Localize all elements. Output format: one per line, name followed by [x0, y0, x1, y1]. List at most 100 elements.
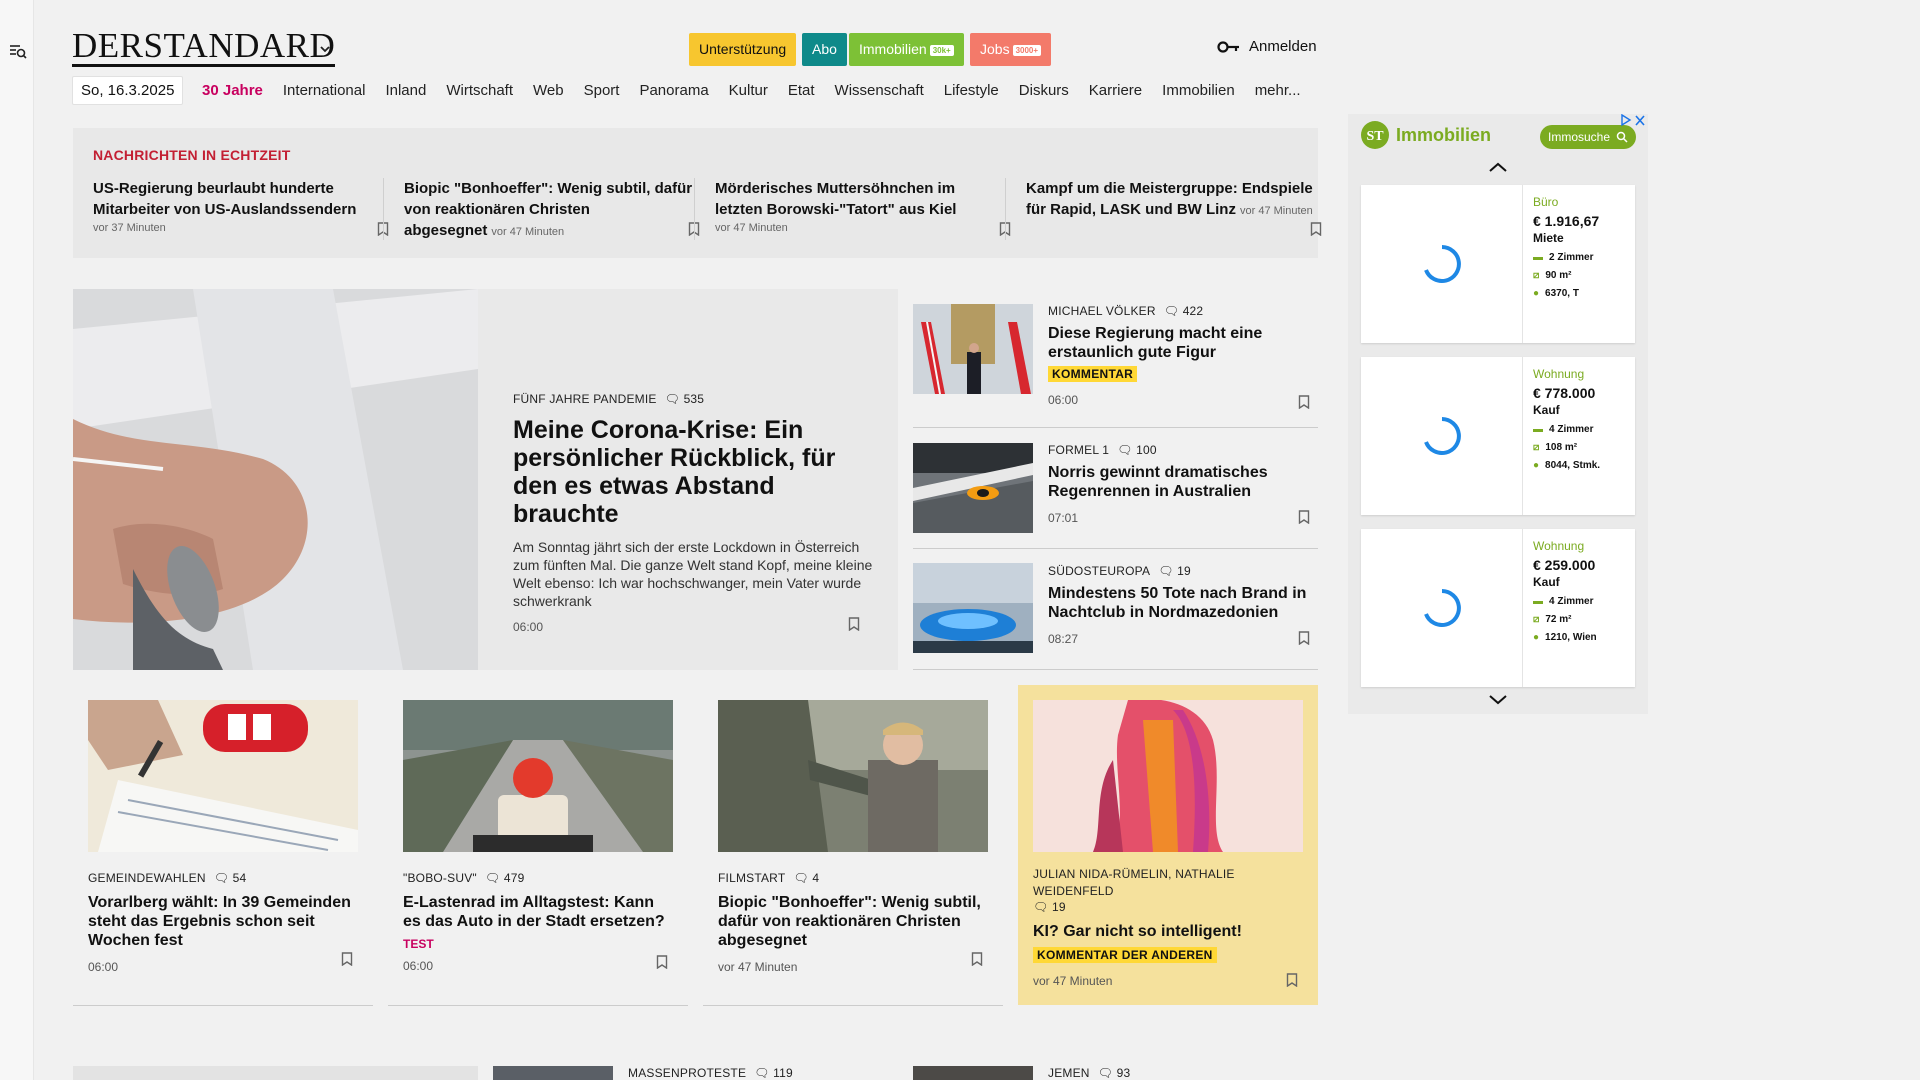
story-card-image[interactable]	[88, 700, 358, 852]
story-card-title[interactable]: KI? Gar nicht so intelligent!	[1033, 922, 1303, 941]
lead-story[interactable]: FÜNF JAHRE PANDEMIE 🗨 535 Meine Corona-Kr…	[72, 289, 898, 670]
nav-item-30-jahre[interactable]: 30 Jahre	[202, 82, 263, 99]
story-card[interactable]: GEMEINDEWAHLEN 🗨 54 Vorarlberg wählt: In …	[88, 700, 358, 974]
jobs-button[interactable]: Jobs 3000+	[970, 33, 1052, 66]
chevron-down-icon[interactable]	[1488, 694, 1508, 706]
nav-item-more[interactable]: mehr...	[1255, 82, 1301, 99]
listing-card[interactable]: Büro € 1.916,67 Miete ▬ 2 Zimmer ⧄ 90 m² ●…	[1361, 185, 1635, 343]
story-time: 06:00	[1048, 393, 1079, 407]
listing-price: € 778.000	[1533, 385, 1596, 401]
comment-count[interactable]: 🗨 19	[1033, 900, 1303, 914]
comment-count[interactable]: 🗨 54	[214, 871, 247, 885]
nav-item-international[interactable]: International	[283, 82, 366, 99]
chevron-down-icon[interactable]	[318, 42, 332, 56]
side-story-title[interactable]: Diese Regierung macht eine erstaunlich g…	[1048, 324, 1313, 362]
current-date: So, 16.3.2025	[72, 76, 184, 105]
nav-item-immobilien[interactable]: Immobilien	[1162, 82, 1235, 99]
side-story-image[interactable]	[913, 563, 1033, 653]
side-story-image[interactable]	[913, 304, 1033, 394]
divider	[73, 1005, 373, 1006]
ticker-item[interactable]: Mörderisches Muttersöhnchen im letzten B…	[715, 178, 1011, 236]
comment-count[interactable]: 🗨 479	[485, 871, 525, 885]
comment-count[interactable]: 🗨 119	[754, 1066, 793, 1080]
listing-image[interactable]	[1361, 529, 1523, 687]
lead-story-title[interactable]: Meine Corona-Krise: Ein persönlicher Rüc…	[513, 416, 873, 528]
lead-story-image[interactable]	[72, 289, 478, 670]
listing-card[interactable]: Wohnung € 259.000 Kauf ▬ 4 Zimmer ⧄ 72 m² …	[1361, 529, 1635, 687]
story-time: 06:00	[88, 960, 119, 974]
comment-count[interactable]: 🗨 100	[1117, 443, 1157, 457]
comment-count[interactable]: 🗨 19	[1158, 564, 1191, 578]
menu-search-icon[interactable]	[9, 42, 27, 60]
side-story[interactable]: MICHAEL VÖLKER 🗨 422 Diese Regierung mach…	[913, 289, 1318, 428]
nav-item-wirtschaft[interactable]: Wirtschaft	[446, 82, 513, 99]
nav-item-diskurs[interactable]: Diskurs	[1019, 82, 1069, 99]
ticker-item[interactable]: US-Regierung beurlaubt hunderte Mitarbei…	[93, 178, 389, 236]
nav-item-panorama[interactable]: Panorama	[639, 82, 708, 99]
bookmark-icon[interactable]	[971, 952, 983, 966]
search-icon	[1616, 131, 1628, 143]
ticker-item[interactable]: Biopic "Bonhoeffer": Wenig subtil, dafür…	[404, 178, 700, 243]
comment-count[interactable]: 🗨 422	[1164, 304, 1204, 318]
nav-item-lifestyle[interactable]: Lifestyle	[944, 82, 999, 99]
chevron-up-icon[interactable]	[1488, 161, 1508, 173]
story-card[interactable]	[73, 1066, 478, 1080]
story-card[interactable]: "BOBO-SUV" 🗨 479 E-Lastenrad im Alltagste…	[403, 700, 673, 973]
bookmark-icon[interactable]	[656, 955, 668, 969]
story-card-image[interactable]	[1033, 700, 1303, 852]
side-story-image[interactable]	[913, 443, 1033, 533]
opinion-card[interactable]: JULIAN NIDA-RÜMELIN, NATHALIE WEIDENFELD…	[1018, 685, 1318, 1005]
bookmark-icon[interactable]	[341, 952, 353, 966]
nav-item-etat[interactable]: Etat	[788, 82, 815, 99]
nav-item-kultur[interactable]: Kultur	[729, 82, 768, 99]
bookmark-icon[interactable]	[848, 617, 860, 631]
nav-item-web[interactable]: Web	[533, 82, 564, 99]
nav-item-karriere[interactable]: Karriere	[1089, 82, 1142, 99]
bookmark-icon[interactable]	[1298, 631, 1310, 645]
story-card-title[interactable]: Vorarlberg wählt: In 39 Gemeinden steht …	[88, 893, 358, 950]
side-story-title[interactable]: Norris gewinnt dramatisches Regenrennen …	[1048, 463, 1313, 501]
bookmark-icon[interactable]	[1298, 395, 1310, 409]
location-pin-icon: ●	[1533, 288, 1540, 299]
story-card-image[interactable]	[718, 700, 988, 852]
site-logo[interactable]: DERSTANDARD	[72, 28, 336, 67]
listing-image[interactable]	[1361, 185, 1523, 343]
nav-item-sport[interactable]: Sport	[584, 82, 620, 99]
story-card-image[interactable]	[493, 1066, 613, 1080]
comment-count[interactable]: 🗨 93	[1098, 1066, 1131, 1080]
nav-item-inland[interactable]: Inland	[385, 82, 426, 99]
side-story[interactable]: FORMEL 1 🗨 100 Norris gewinnt dramatische…	[913, 428, 1318, 549]
test-label: TEST	[403, 937, 434, 951]
bookmark-icon[interactable]	[1298, 510, 1310, 524]
support-button[interactable]: Unterstützung	[689, 33, 797, 66]
story-time: 06:00	[513, 620, 544, 634]
comment-badge: KOMMENTAR	[1048, 366, 1138, 382]
listing-card[interactable]: Wohnung € 778.000 Kauf ▬ 4 Zimmer ⧄ 108 m²…	[1361, 357, 1635, 515]
immobilien-button[interactable]: Immobilien 30k+	[849, 33, 964, 66]
side-story[interactable]: SÜDOSTEUROPA 🗨 19 Mindestens 50 Tote nach…	[913, 549, 1318, 670]
divider	[703, 1005, 1003, 1006]
bed-icon: ▬	[1533, 252, 1543, 263]
ad-brand[interactable]: ST Immobilien	[1360, 120, 1491, 150]
story-card-image[interactable]	[403, 700, 673, 852]
ticker-item-title: Kampf um die Meistergruppe: Endspiele fü…	[1026, 180, 1313, 218]
comment-count[interactable]: 🗨 535	[665, 392, 705, 406]
side-story-title[interactable]: Mindestens 50 Tote nach Brand in Nachtcl…	[1048, 584, 1313, 622]
story-card[interactable]: FILMSTART 🗨 4 Biopic "Bonhoeffer": Wenig …	[718, 700, 988, 974]
nav-item-wissenschaft[interactable]: Wissenschaft	[835, 82, 924, 99]
adchoices-icon[interactable]	[1620, 114, 1646, 127]
divider	[383, 178, 384, 240]
story-card-title[interactable]: E-Lastenrad im Alltagstest: Kann es das …	[403, 893, 673, 931]
listing-area: 72 m²	[1545, 614, 1572, 625]
bookmark-icon[interactable]	[1310, 222, 1322, 236]
listing-image[interactable]	[1361, 357, 1523, 515]
loading-spinner-icon	[1424, 245, 1461, 283]
comment-count[interactable]: 🗨 4	[793, 871, 819, 885]
ticker-item[interactable]: Kampf um die Meistergruppe: Endspiele fü…	[1026, 178, 1322, 236]
login-link[interactable]: Anmelden	[1217, 38, 1317, 55]
bookmark-icon[interactable]	[1286, 973, 1298, 987]
immosuche-button[interactable]: Immosuche	[1540, 125, 1637, 149]
story-card-image[interactable]	[913, 1066, 1033, 1080]
abo-button[interactable]: Abo	[802, 33, 847, 66]
story-card-title[interactable]: Biopic "Bonhoeffer": Wenig subtil, dafür…	[718, 893, 988, 950]
